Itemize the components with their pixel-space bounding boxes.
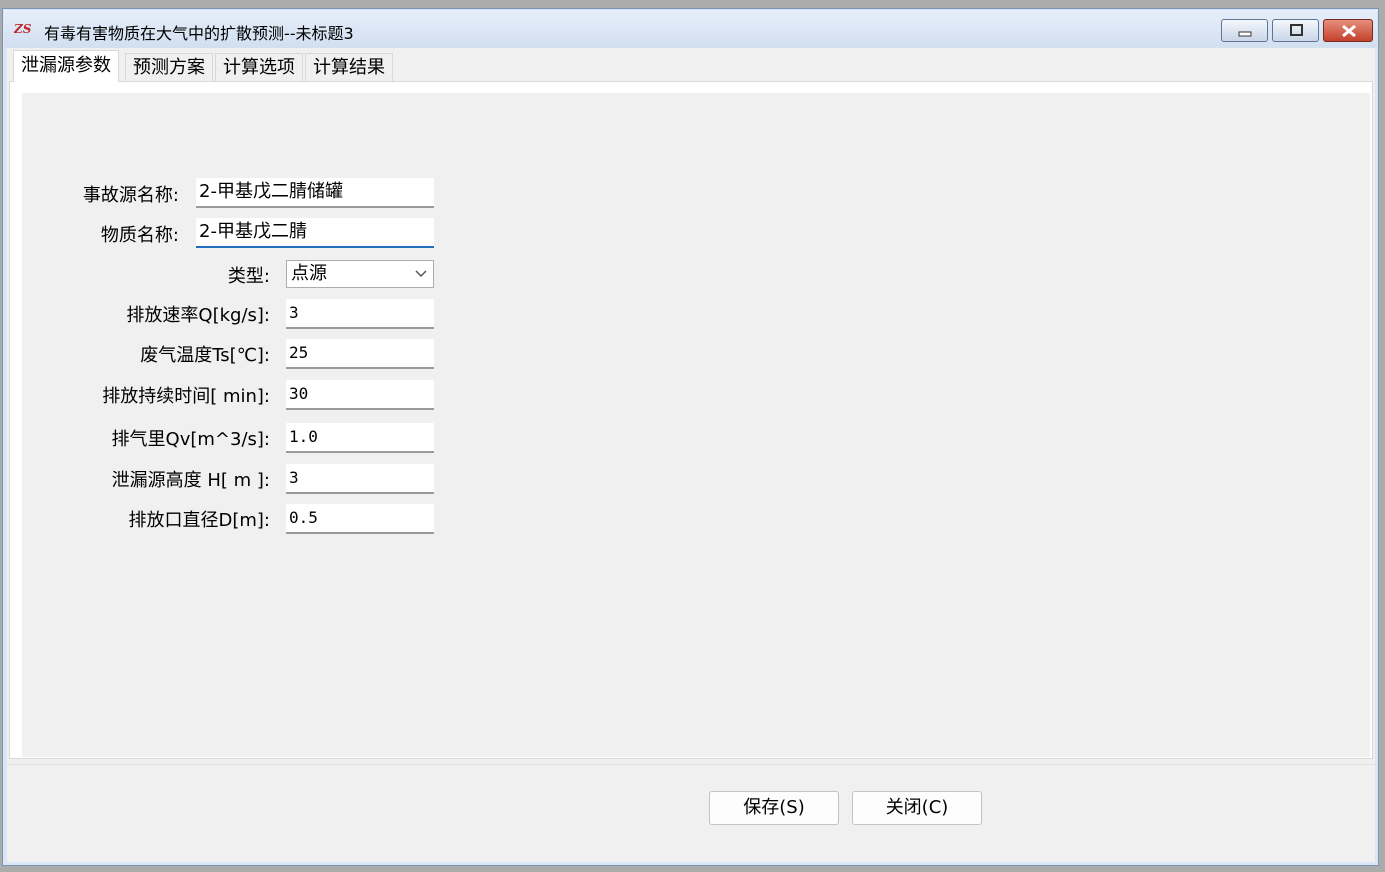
close-icon <box>1342 24 1356 38</box>
tab-calc-options[interactable]: 计算选项 <box>215 53 303 81</box>
minimize-icon <box>1238 31 1252 37</box>
app-window: ZS 有毒有害物质在大气中的扩散预测--未标题3 泄漏源参数 预测方案 计算选项… <box>2 8 1379 866</box>
tab-prediction-plan[interactable]: 预测方案 <box>125 53 213 81</box>
footer-divider <box>7 764 1375 765</box>
accident-source-name-input[interactable]: 2-甲基戊二腈储罐 <box>196 178 434 208</box>
substance-name-input[interactable]: 2-甲基戊二腈 <box>196 218 434 248</box>
accident-source-name-label: 事故源名称: <box>82 185 179 206</box>
exhaust-temperature-label: 废气温度Ts[℃]: <box>140 345 270 366</box>
type-select-value: 点源 <box>291 263 327 284</box>
minimize-button[interactable] <box>1221 19 1268 42</box>
emission-rate-label: 排放速率Q[kg/s]: <box>126 305 270 326</box>
app-logo-icon: ZS <box>14 22 32 36</box>
type-label: 类型: <box>227 266 270 287</box>
tab-panel: 事故源名称: 2-甲基戊二腈储罐 物质名称: 2-甲基戊二腈 类型: 点源 排放… <box>9 81 1373 759</box>
tab-calc-results[interactable]: 计算结果 <box>305 53 393 81</box>
tab-leak-source-params[interactable]: 泄漏源参数 <box>13 50 119 82</box>
params-panel: 事故源名称: 2-甲基戊二腈储罐 物质名称: 2-甲基戊二腈 类型: 点源 排放… <box>22 93 1370 757</box>
maximize-button[interactable] <box>1272 19 1319 42</box>
emission-duration-input[interactable]: 30 <box>286 380 434 410</box>
exhaust-volume-label: 排气里Qv[m^3/s]: <box>111 429 270 450</box>
outlet-diameter-input[interactable]: 0.5 <box>286 504 434 534</box>
chevron-down-icon <box>415 270 427 278</box>
maximize-icon <box>1290 24 1303 36</box>
client-area: 泄漏源参数 预测方案 计算选项 计算结果 事故源名称: 2-甲基戊二腈储罐 物质… <box>7 48 1375 862</box>
source-height-label: 泄漏源高度 H[ m ]: <box>111 470 270 491</box>
emission-rate-input[interactable]: 3 <box>286 299 434 329</box>
window-title: 有毒有害物质在大气中的扩散预测--未标题3 <box>44 24 354 43</box>
close-window-button[interactable] <box>1323 19 1373 42</box>
emission-duration-label: 排放持续时间[ min]: <box>102 386 270 407</box>
outlet-diameter-label: 排放口直径D[m]: <box>128 510 270 531</box>
source-height-input[interactable]: 3 <box>286 464 434 494</box>
substance-name-label: 物质名称: <box>100 225 179 246</box>
exhaust-volume-input[interactable]: 1.0 <box>286 423 434 453</box>
title-bar[interactable]: ZS 有毒有害物质在大气中的扩散预测--未标题3 <box>4 10 1377 48</box>
exhaust-temperature-input[interactable]: 25 <box>286 339 434 369</box>
save-button[interactable]: 保存(S) <box>709 791 839 825</box>
close-button[interactable]: 关闭(C) <box>852 791 982 825</box>
svg-text:ZS: ZS <box>14 22 32 36</box>
type-select[interactable]: 点源 <box>286 260 434 288</box>
